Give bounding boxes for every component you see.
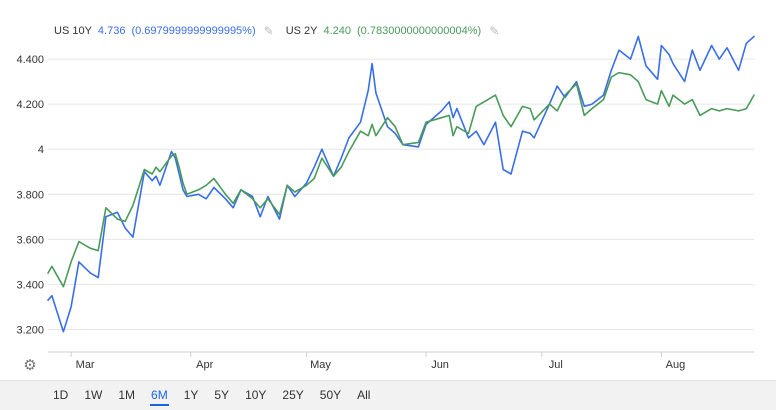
y-tick-label: 3.200	[16, 324, 44, 336]
range-button-1y[interactable]: 1Y	[183, 386, 200, 406]
legend-series1-change: (0.6979999999999995%)	[131, 25, 256, 37]
x-axis: Mar Apr May Jun Jul Aug	[48, 351, 754, 371]
range-button-10y[interactable]: 10Y	[244, 386, 267, 406]
y-tick-label: 3.800	[16, 189, 44, 201]
y-tick-label: 4.200	[16, 99, 44, 111]
series-line-us10y[interactable]	[47, 35, 755, 333]
range-button-1w[interactable]: 1W	[83, 386, 103, 406]
pencil-icon[interactable]: ✎	[264, 24, 274, 38]
y-tick-label: 4	[38, 144, 44, 156]
x-tick-label: May	[310, 359, 331, 371]
legend-series2-name: US 2Y	[285, 25, 318, 37]
legend-series2-value: 4.240	[323, 25, 352, 37]
range-selector: 1D 1W 1M 6M 1Y 5Y 10Y 25Y 50Y All	[0, 380, 776, 410]
legend-series2-change: (0.7830000000000004%)	[357, 25, 482, 37]
legend-series1-name: US 10Y	[54, 25, 92, 37]
x-tick-label: Jun	[431, 359, 449, 371]
y-tick-label: 3.600	[16, 234, 44, 246]
line-chart[interactable]: 3.2003.4003.6003.80044.2004.400 Mar Apr Ma…	[0, 0, 776, 380]
y-axis: 3.200 3.400 3.600 3.800 4 4.200 4.400	[16, 54, 44, 336]
y-tick-label: 4.400	[16, 54, 44, 66]
x-tick-label: Jul	[549, 359, 563, 371]
y-tick-label: 3.400	[16, 279, 44, 291]
x-tick-label: Apr	[196, 359, 213, 371]
gear-icon[interactable]: ⚙	[22, 358, 38, 374]
range-button-all[interactable]: All	[356, 386, 371, 406]
range-button-1m[interactable]: 1M	[117, 386, 136, 406]
x-tick-label: Aug	[666, 359, 686, 371]
series-lines	[47, 35, 755, 333]
range-button-1d[interactable]: 1D	[52, 386, 69, 406]
range-button-50y[interactable]: 50Y	[319, 386, 342, 406]
range-button-25y[interactable]: 25Y	[281, 386, 304, 406]
chart-area[interactable]: 3.200 3.400 3.600 3.800 4 4.200 4.400 Mar Apr Ma…	[0, 0, 776, 380]
range-button-5y[interactable]: 5Y	[213, 386, 230, 406]
pencil-icon[interactable]: ✎	[489, 24, 499, 38]
range-button-6m[interactable]: 6M	[150, 386, 169, 406]
legend-series1-value: 4.736	[97, 25, 126, 37]
x-tick-label: Mar	[76, 359, 95, 371]
legend: US 10Y 4.736 (0.6979999999999995%) ✎ US …	[54, 24, 505, 38]
